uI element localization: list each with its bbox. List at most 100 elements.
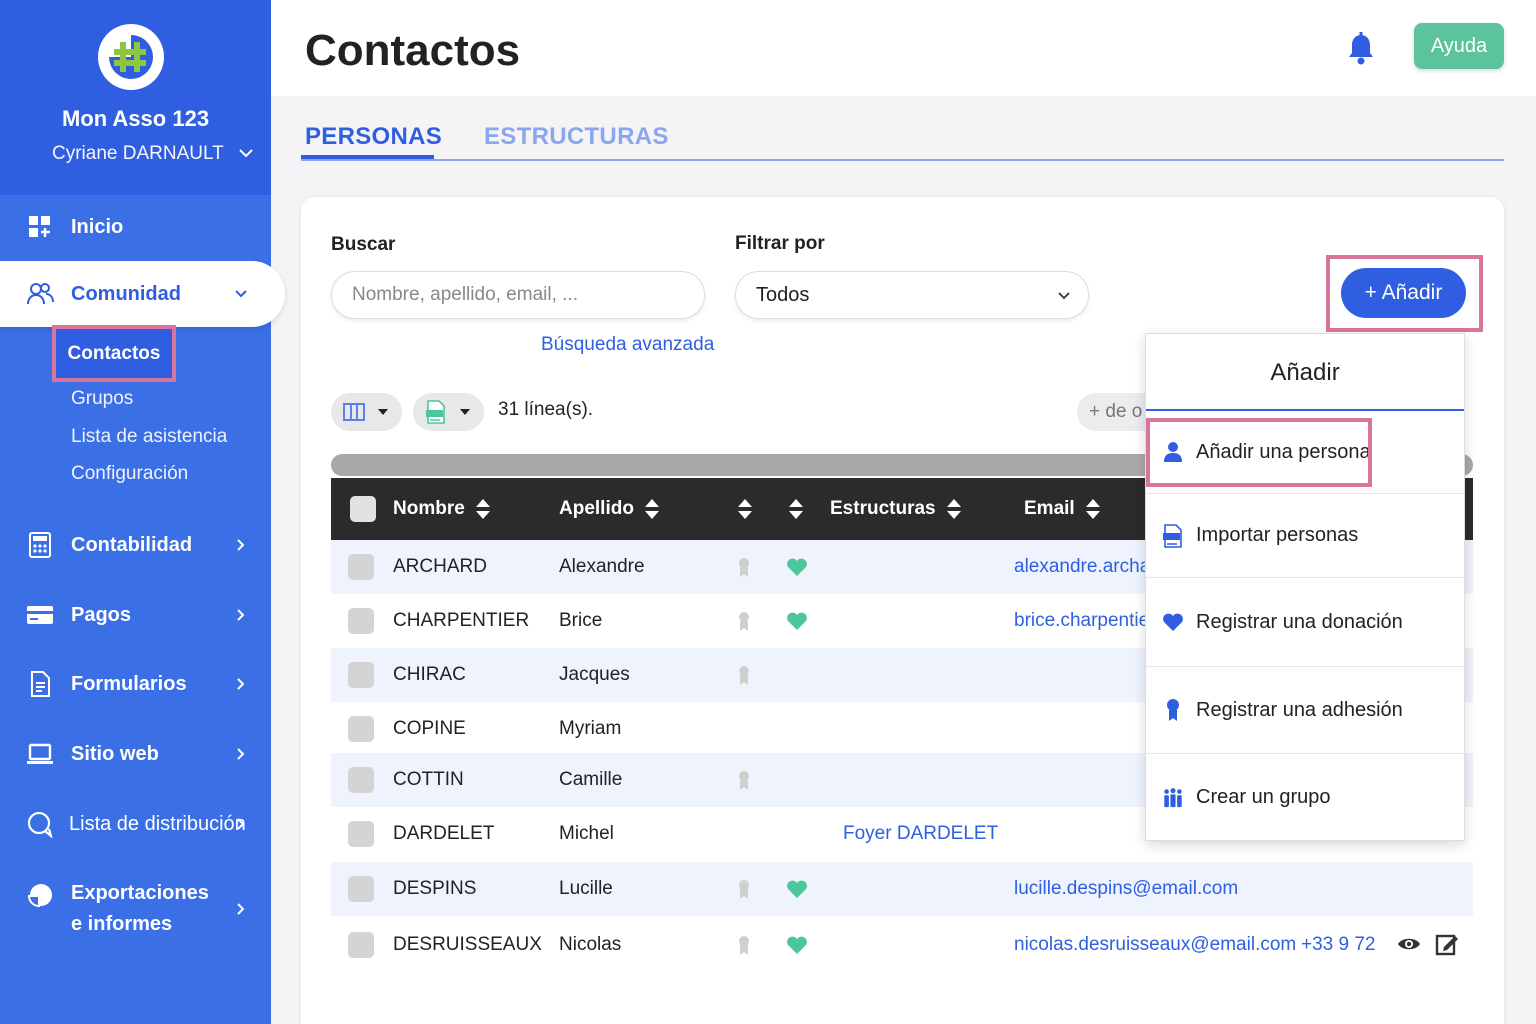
help-button[interactable]: Ayuda [1414,23,1504,69]
bell-icon[interactable] [1345,32,1377,66]
add-menu: Añadir Añadir una persona Importar perso… [1145,333,1465,841]
sidebar-item-comunidad[interactable]: Comunidad [0,261,285,327]
row-checkbox[interactable] [348,716,374,742]
cell-email[interactable]: nicolas.desruisseaux@email.com [1014,934,1296,956]
row-checkbox[interactable] [348,554,374,580]
cell-nombre: CHIRAC [393,664,466,685]
sidebar-subitem-grupos[interactable]: Grupos [71,388,133,410]
search-label: Buscar [331,234,396,255]
donor-heart-icon [787,612,807,630]
column-header-label: Estructuras [830,498,936,519]
cell-apellido: Camille [559,769,623,790]
sidebar-subitem-configuracion[interactable]: Configuración [71,463,188,485]
sidebar-item-sitio-web[interactable]: Sitio web [0,724,271,784]
chevron-right-icon [237,818,245,830]
chevron-right-icon [237,748,245,760]
edit-icon[interactable] [1435,932,1459,956]
chevron-down-icon[interactable] [236,143,256,163]
column-header-nombre[interactable]: Nombre [393,497,491,521]
row-checkbox[interactable] [348,876,374,902]
filter-select[interactable]: Todos [735,271,1089,319]
table-row[interactable]: DESRUISSEAUX Nicolas nicolas.desruisseau… [331,918,1473,972]
search-input[interactable] [331,271,705,319]
row-checkbox[interactable] [348,821,374,847]
column-header-donor[interactable] [788,497,804,521]
column-header-email[interactable]: Email [1024,497,1101,521]
add-menu-item-label: Importar personas [1196,524,1359,546]
sidebar-item-lista-distribucion[interactable]: Lista de distribución [0,794,271,854]
sidebar-subitem-lista-asistencia[interactable]: Lista de asistencia [71,426,227,448]
donor-heart-icon [787,558,807,576]
advanced-search-link[interactable]: Búsqueda avanzada [541,334,714,356]
lines-count: 31 línea(s). [498,399,594,420]
row-checkbox[interactable] [348,662,374,688]
row-checkbox[interactable] [348,608,374,634]
add-menu-item-membership[interactable]: Registrar una adhesión [1146,667,1464,754]
columns-toggle-button[interactable] [331,393,402,431]
organization-logo[interactable] [98,24,164,90]
sidebar-item-inicio[interactable]: Inicio [0,197,271,257]
eye-icon[interactable] [1397,936,1421,952]
cell-nombre: DESRUISSEAUX [393,934,542,955]
tab-estructuras[interactable]: ESTRUCTURAS [484,123,669,151]
dashboard-icon [29,216,50,237]
add-menu-item-group[interactable]: Crear un grupo [1146,754,1464,841]
caret-down-icon [460,409,470,415]
add-menu-item-label: Crear un grupo [1196,786,1331,808]
top-bar: Contactos Ayuda [271,0,1536,96]
table-row[interactable]: DESPINS Lucille lucille.despins@email.co… [331,862,1473,916]
membership-badge-icon [739,558,749,577]
spreadsheet-icon [426,400,445,424]
sidebar-item-label: Formularios [71,672,187,695]
sort-icon [946,499,961,519]
columns-icon [343,403,365,421]
cell-email[interactable]: lucille.despins@email.com [1014,878,1238,900]
add-menu-item-donation[interactable]: Registrar una donación [1146,578,1464,667]
cell-apellido: Brice [559,610,603,631]
row-checkbox[interactable] [348,767,374,793]
column-header-membership[interactable] [737,497,753,521]
column-header-label: Nombre [393,498,465,519]
chevron-right-icon [237,903,245,915]
sidebar-item-label: Lista de distribución [69,812,246,835]
sort-icon [1085,499,1100,519]
cell-phone[interactable]: +33 9 72 [1301,934,1376,956]
pie-chart-icon [27,884,52,908]
user-name[interactable]: Cyriane DARNAULT [52,143,224,165]
tab-personas[interactable]: PERSONAS [305,123,442,151]
column-header-apellido[interactable]: Apellido [559,497,660,521]
add-button[interactable]: + Añadir [1341,268,1466,318]
cell-apellido: Jacques [559,664,630,685]
export-button[interactable] [413,393,484,431]
add-menu-item-import[interactable]: Importar personas [1146,494,1464,578]
add-person-highlight [1146,418,1372,487]
sort-icon [475,499,490,519]
sidebar-subitem-contactos[interactable]: Contactos [52,325,176,382]
column-header-estructuras[interactable]: Estructuras [830,497,962,521]
membership-badge-icon [739,771,749,790]
add-menu-title: Añadir [1146,334,1464,411]
row-checkbox[interactable] [348,932,374,958]
page-title: Contactos [305,26,521,75]
cell-nombre: ARCHARD [393,556,487,577]
cell-estructura[interactable]: Foyer DARDELET [843,823,998,845]
organization-name: Mon Asso 123 [61,106,210,131]
sidebar-item-label: Contabilidad [71,533,193,556]
cell-email[interactable]: brice.charpentier [1014,610,1156,632]
sidebar-item-label: Exportaciones e informes [71,882,209,935]
sidebar-item-contabilidad[interactable]: Contabilidad [0,515,271,575]
sidebar-item-label: Pagos [71,603,132,626]
sidebar-item-pagos[interactable]: Pagos [0,585,271,645]
add-menu-item-label: Registrar una donación [1196,610,1403,633]
membership-badge-icon [739,880,749,899]
cell-nombre: CHARPENTIER [393,610,530,631]
cell-apellido: Nicolas [559,934,622,955]
cell-nombre: COPINE [393,718,466,739]
sort-icon [644,499,659,519]
sidebar-item-formularios[interactable]: Formularios [0,654,271,714]
filter-label: Filtrar por [735,233,825,254]
donor-heart-icon [787,880,807,898]
sidebar-item-exportaciones[interactable]: Exportaciones e informes [0,876,271,942]
select-all-checkbox[interactable] [350,496,376,522]
sidebar-item-label: Sitio web [71,742,159,765]
